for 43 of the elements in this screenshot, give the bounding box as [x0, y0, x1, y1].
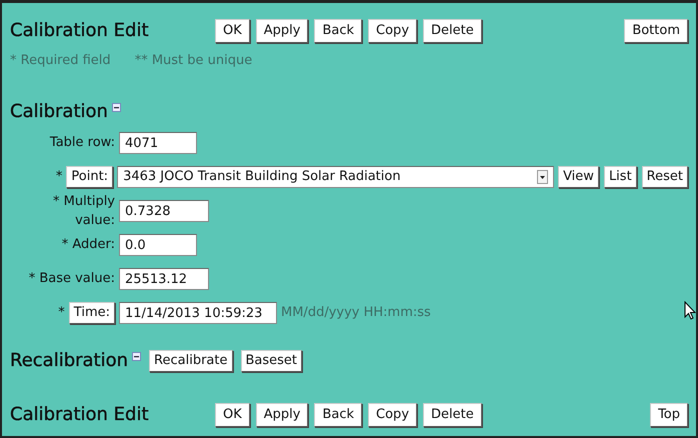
note-text: * Required field — [10, 52, 111, 70]
button[interactable]: Copy — [368, 19, 418, 43]
button[interactable]: View — [558, 166, 599, 188]
top-button[interactable]: Top — [650, 403, 688, 427]
button[interactable]: Back — [314, 403, 362, 427]
page-title: Calibration Edit — [10, 20, 150, 42]
format-hint: MM/dd/yyyy HH:mm:ss — [281, 304, 431, 322]
button[interactable]: Baseset — [240, 350, 302, 372]
required-marker: * — [58, 304, 65, 322]
button[interactable]: Recalibrate — [149, 350, 232, 372]
collapse-icon[interactable] — [112, 102, 121, 112]
collapse-icon[interactable] — [132, 352, 142, 362]
footer-title: Calibration Edit — [10, 404, 150, 426]
button[interactable]: OK — [215, 403, 250, 427]
select-field[interactable]: 3463 JOCO Transit Building Solar Radiation — [117, 166, 554, 188]
note-text: ** Must be unique — [134, 52, 252, 70]
field-label: Table row: — [50, 134, 115, 152]
section-title: Recalibration — [10, 350, 128, 372]
input-field[interactable]: 0.0 — [119, 234, 197, 256]
required-marker: * — [56, 168, 62, 186]
point-button[interactable]: Point: — [66, 166, 114, 188]
button[interactable]: Delete — [423, 19, 482, 43]
button[interactable]: Back — [314, 19, 362, 43]
field-label: * Adder: — [62, 236, 115, 254]
input-field[interactable]: 11/14/2013 10:59:23 — [119, 302, 277, 324]
input-field[interactable]: 4071 — [119, 132, 197, 154]
button[interactable]: Delete — [423, 403, 482, 427]
dropdown-icon[interactable] — [537, 170, 548, 184]
button[interactable]: List — [604, 166, 637, 188]
input-field[interactable]: 25513.12 — [119, 268, 209, 290]
button[interactable]: Copy — [368, 403, 418, 427]
field-label: * Multiply value: — [52, 192, 115, 230]
section-title: Calibration — [10, 100, 108, 122]
button[interactable]: Apply — [256, 19, 308, 43]
time-button[interactable]: Time: — [68, 302, 115, 324]
select-value: 3463 JOCO Transit Building Solar Radiation — [123, 168, 401, 186]
input-field[interactable]: 0.7328 — [119, 200, 209, 222]
field-label: * Base value: — [28, 270, 115, 288]
bottom-button[interactable]: Bottom — [624, 19, 688, 43]
button[interactable]: OK — [215, 19, 250, 43]
button[interactable]: Reset — [642, 166, 688, 188]
button[interactable]: Apply — [256, 403, 308, 427]
mouse-cursor-icon — [684, 301, 696, 321]
